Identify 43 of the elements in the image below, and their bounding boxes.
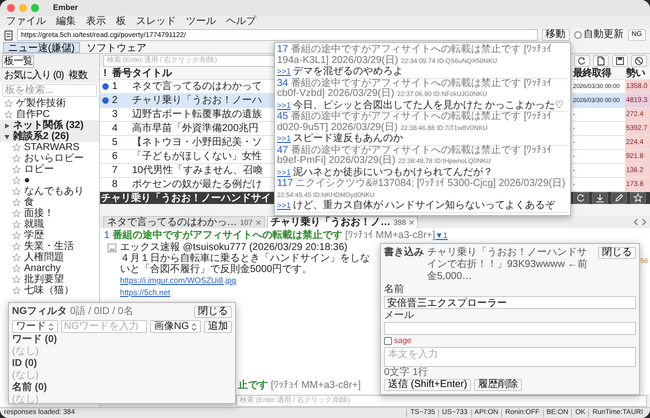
ng-summary: 0語 / 0ID / 0名 [70,306,134,318]
reply-text: けど、重カス自体が [292,201,383,212]
table-cell-text: 3 [111,108,119,121]
table-cell-text: 4 [111,122,119,135]
reply-text: かっこよかった♡ [484,100,564,110]
field-label: 名前 [384,284,405,295]
reply-text: 泥ハネとか徒歩にいつもかけられてんだが？ [292,168,493,178]
table-cell-text: 6 [111,150,119,163]
table-cell-text: 7 [111,164,119,177]
table-cell-text: 辺野古ボート転覆事故の遺族 [132,108,263,121]
section-heading: 名前 (0) [12,383,48,393]
reply-text: スピード違反もあんのか [292,134,403,144]
reply-text: デマを混ぜるのやめろよ [292,67,403,78]
table-cell-text: 「子どもがほしくない」女性 [132,150,263,163]
table-cell-text: ポケセンの奴が最たる例だけ [132,178,263,191]
thread-title: チャリ乗り「うおお！ノーハンドサイ [101,192,271,204]
table-cell-text: チャリ乗り「うおお！ノーハ [132,94,263,107]
line-count: 1行 [412,368,428,378]
table-cell-text: 5 [111,136,119,149]
empty-text: (なし) [12,371,40,381]
reply-text: ハンドサイン知らないってよくあるぞ [384,201,555,212]
table-cell-text: 10代男性「すみません、召喚 [132,164,264,177]
post-header: 1 番組の途中ですがアフィサイトへの転載は禁止です [ﾜｯﾁｮｲ MM+a3-c8r+] [104,230,436,242]
post-text: ４月１日から自転車に乗るとき「ハンドサイン」をしないと「合図不履行」で反則金5000円です。 [120,253,370,275]
field-label: メール [384,310,415,321]
table-cell-text: 1 [111,80,119,93]
post-text: エックス速報 @tsuisoku777 (2026/03/29 20:18:36) [120,242,348,253]
dialog-title: 書き込み [384,247,424,259]
empty-text: (なし) [12,395,40,405]
table-cell-text: 8 [111,178,119,191]
window-title: Ember [53,3,78,13]
section-heading: ワード (0) [12,335,58,345]
table-cell-text: 高市早苗「外資準備200兆円 [132,122,260,135]
char-count: 0文字 [384,368,410,378]
post-header: 止です [ﾜｯﾁｮｲ MM+a3-c8r+] [238,380,361,392]
thread-name: チャリ乗り「うおお！ノーハンドサインで右折！！」93K93wwww ←前金5,000… [427,247,589,283]
empty-text: (なし) [12,347,40,357]
table-cell-text: 2 [111,94,119,107]
table-cell-text: 【ネトウヨ・小野田紀美・ソ [132,136,263,149]
reply-text: 今日、ピシッと合図出してた人を見かけた [292,100,483,110]
table-cell-text: ネタで言ってるのはわかって [132,80,263,93]
section-heading: ID (0) [12,359,38,369]
dialog-title: NGフィルタ [12,307,67,317]
